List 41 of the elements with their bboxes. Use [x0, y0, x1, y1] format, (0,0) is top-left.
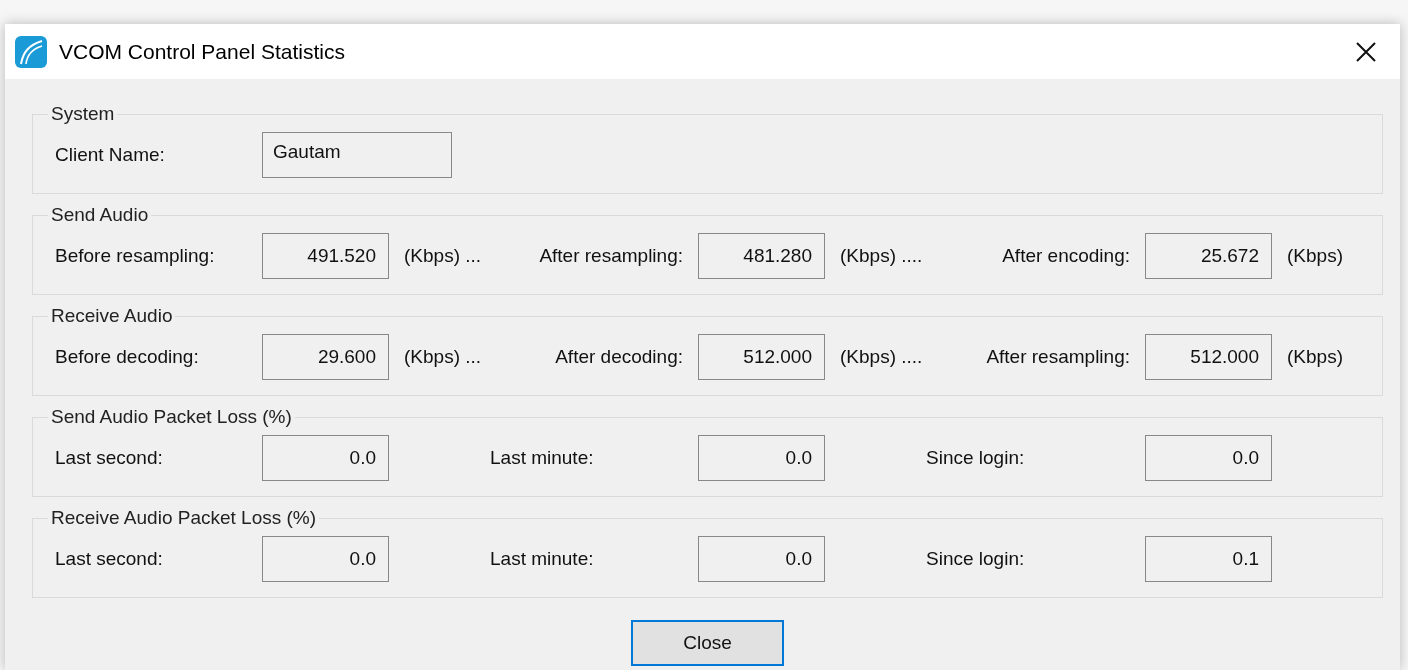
field-label: After resampling:	[539, 245, 683, 267]
field-label: After resampling:	[986, 346, 1130, 368]
unit-label: (Kbps) ...	[404, 245, 482, 267]
field-label: Since login:	[926, 548, 1025, 570]
group-title: Receive Audio Packet Loss (%)	[50, 507, 318, 529]
field-label: Since login:	[926, 447, 1025, 469]
value-field: 0.0	[698, 435, 825, 481]
value-field: 0.0	[1145, 435, 1272, 481]
field-label: Last second:	[55, 447, 164, 469]
field-label: After encoding:	[1002, 245, 1130, 267]
field-label: Last minute:	[490, 548, 594, 570]
unit-label: (Kbps) ...	[404, 346, 482, 368]
field-label: Last second:	[55, 548, 164, 570]
window-title: VCOM Control Panel Statistics	[59, 39, 346, 64]
group-title: Receive Audio	[50, 305, 174, 327]
app-logo-icon	[15, 35, 47, 68]
group-title: System	[50, 103, 116, 125]
value-field: 512.000	[1145, 334, 1272, 380]
value-field: 481.280	[698, 233, 825, 279]
group-title: Send Audio	[50, 204, 150, 226]
field-label: Client Name:	[55, 144, 166, 166]
field-label: Last minute:	[490, 447, 594, 469]
unit-label: (Kbps) ....	[840, 346, 923, 368]
value-field: 0.1	[1145, 536, 1272, 582]
unit-label: (Kbps)	[1287, 346, 1343, 368]
value-field: 29.600	[262, 334, 389, 380]
field-label: Before resampling:	[55, 245, 216, 267]
field-label: Before decoding:	[55, 346, 200, 368]
unit-label: (Kbps)	[1287, 245, 1343, 267]
close-button[interactable]: Close	[631, 620, 784, 666]
value-field: 0.0	[698, 536, 825, 582]
value-field: 491.520	[262, 233, 389, 279]
close-icon[interactable]	[1354, 39, 1378, 64]
group-title: Send Audio Packet Loss (%)	[50, 406, 293, 428]
field-label: After decoding:	[555, 346, 683, 368]
value-field: 25.672	[1145, 233, 1272, 279]
value-field: 0.0	[262, 435, 389, 481]
value-field: 512.000	[698, 334, 825, 380]
value-field: 0.0	[262, 536, 389, 582]
unit-label: (Kbps) ....	[840, 245, 923, 267]
client-name-field: Gautam	[262, 132, 452, 178]
